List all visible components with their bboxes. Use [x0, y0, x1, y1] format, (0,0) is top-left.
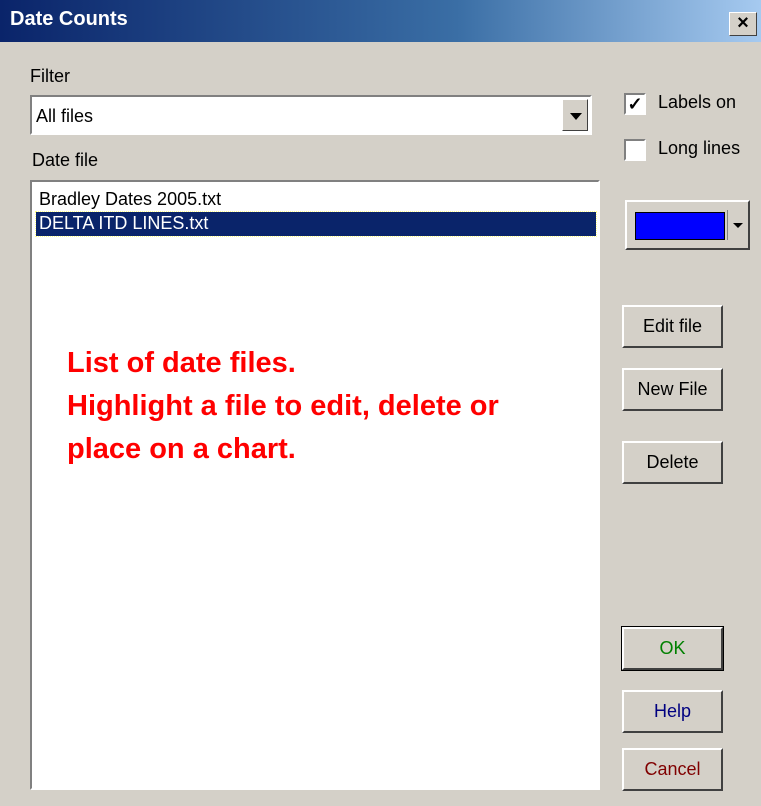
filter-value: All files: [36, 106, 94, 126]
labels-on-label: Labels on: [658, 92, 737, 112]
delete-button[interactable]: Delete: [622, 441, 723, 484]
title-bar: Date Counts ×: [0, 0, 761, 42]
help-annotation: List of date files. Highlight a file to …: [67, 342, 499, 471]
date-file-list[interactable]: Bradley Dates 2005.txt DELTA ITD LINES.t…: [30, 180, 600, 790]
annotation-line-3: place on a chart.: [67, 433, 296, 465]
long-lines-label: Long lines: [658, 138, 741, 158]
filter-dropdown[interactable]: All files: [30, 95, 592, 135]
new-file-button[interactable]: New File: [622, 368, 723, 411]
date-file-label: Date file: [32, 150, 99, 170]
annotation-line-1: List of date files.: [67, 347, 296, 379]
color-swatch: [635, 212, 725, 240]
long-lines-checkbox[interactable]: [624, 139, 646, 161]
help-button[interactable]: Help: [622, 690, 723, 733]
date-counts-dialog: Date Counts × Filter All files Date file…: [0, 0, 761, 806]
annotation-line-2: Highlight a file to edit, delete or: [67, 390, 499, 422]
labels-on-checkbox[interactable]: ✓: [624, 93, 646, 115]
ok-button[interactable]: OK: [621, 626, 724, 671]
close-button[interactable]: ×: [729, 12, 757, 36]
color-picker-button[interactable]: [625, 200, 750, 250]
checkmark-icon: ✓: [627, 94, 643, 114]
chevron-down-icon[interactable]: [562, 99, 588, 131]
window-title: Date Counts: [10, 8, 128, 30]
edit-file-button[interactable]: Edit file: [622, 305, 723, 348]
chevron-down-icon[interactable]: [727, 210, 746, 240]
cancel-button[interactable]: Cancel: [622, 748, 723, 791]
list-item-selected[interactable]: DELTA ITD LINES.txt: [35, 211, 597, 237]
filter-label: Filter: [30, 66, 70, 86]
list-item[interactable]: Bradley Dates 2005.txt: [36, 188, 596, 212]
